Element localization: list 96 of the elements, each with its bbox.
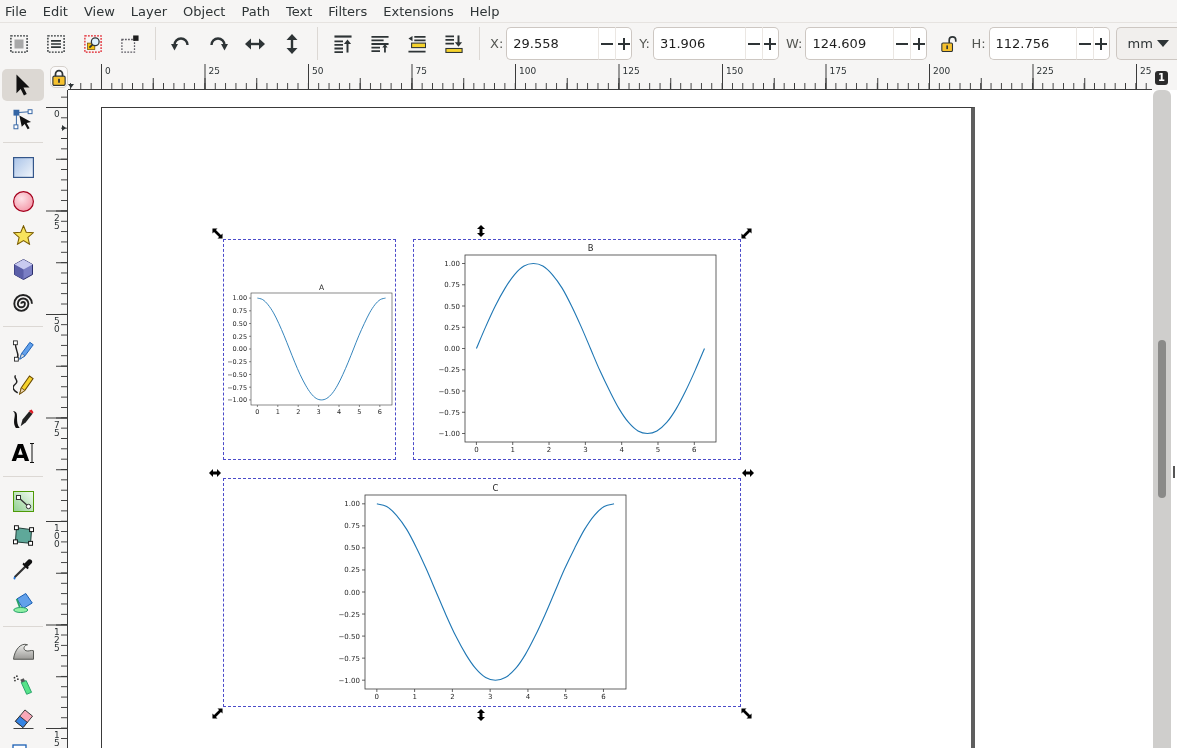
resize-arrow-icon[interactable] <box>209 469 221 477</box>
plus-icon <box>912 37 925 50</box>
chart-title: B <box>587 243 594 254</box>
resize-arrow-icon[interactable] <box>740 227 752 239</box>
eraser-icon <box>12 709 34 729</box>
minus-icon <box>747 42 760 45</box>
ruler-label: 15 <box>54 731 61 747</box>
page-number-badge: 1 <box>1155 71 1168 85</box>
spiral-icon <box>13 294 33 312</box>
bar-down-arrow-icon <box>444 34 463 53</box>
ruler-label: 225 <box>1036 66 1054 76</box>
number-field[interactable]: 124.609 <box>805 27 894 60</box>
menu-item[interactable]: Text <box>277 1 321 21</box>
chart-title: C <box>492 483 499 494</box>
ruler-label: 75 <box>54 420 61 437</box>
menu-item[interactable]: Extensions <box>375 1 462 21</box>
selector-tool-button[interactable] <box>2 69 44 101</box>
ruler-label: 25 <box>1140 66 1152 76</box>
calligraphy-pen-icon <box>12 409 34 429</box>
field-label: H: <box>971 35 986 52</box>
plus-icon <box>1095 37 1108 50</box>
arrow-pointer-icon <box>16 74 30 96</box>
ruler-label: 25 <box>208 66 220 76</box>
horizontal-arrows-icon <box>244 37 265 50</box>
pencil-icon <box>12 375 34 395</box>
plus-icon <box>617 37 630 50</box>
cube-icon <box>13 258 33 280</box>
minus-icon <box>896 42 909 45</box>
menu-item[interactable]: View <box>75 1 123 21</box>
minus-icon <box>601 42 614 45</box>
ruler-label: 100 <box>519 66 537 76</box>
ruler-label: 50 <box>312 66 324 76</box>
star-icon <box>12 225 34 245</box>
ruler-label: 0 <box>54 110 61 118</box>
increment-button[interactable] <box>615 27 633 60</box>
field-label: Y: <box>639 35 650 52</box>
plus-icon <box>764 37 777 50</box>
ruler-label: 200 <box>933 66 951 76</box>
scrollbar-thumb[interactable] <box>1158 340 1166 498</box>
resize-arrow-icon[interactable] <box>477 225 485 237</box>
resize-arrow-icon[interactable] <box>211 227 223 239</box>
dotted-layers-icon <box>46 34 65 53</box>
ruler-label: 25 <box>54 213 61 230</box>
ruler-label: 75 <box>415 66 427 76</box>
ruler-label: 0 <box>105 66 111 76</box>
number-field[interactable]: 112.756 <box>988 27 1076 60</box>
caret-down-icon <box>1156 40 1169 47</box>
menu-item[interactable]: Object <box>175 1 234 21</box>
field-label: X: <box>490 35 504 52</box>
ruler-pointer-icon <box>62 125 66 131</box>
ruler-label: 50 <box>54 317 61 333</box>
menu-item[interactable]: Help <box>461 1 508 21</box>
ruler-pointer-icon <box>68 84 74 88</box>
ruler-label: 175 <box>829 66 847 76</box>
lines-down-arrow-icon <box>407 34 426 53</box>
lines-up-arrow-icon <box>370 34 389 53</box>
node-arrow-icon <box>13 108 33 130</box>
magnifier-square-icon <box>83 34 102 53</box>
square-icon <box>12 156 34 178</box>
decrement-button[interactable] <box>893 27 911 60</box>
rotate-right-icon <box>207 36 228 51</box>
menu-item[interactable]: Filters <box>320 1 376 21</box>
resize-arrow-icon[interactable] <box>477 709 485 721</box>
rotate-left-icon <box>170 36 191 51</box>
bar-up-arrow-icon <box>333 34 352 53</box>
resize-arrow-icon[interactable] <box>740 707 752 719</box>
field-label: W: <box>785 35 803 52</box>
pen-nib-icon <box>12 340 34 362</box>
number-field[interactable]: 29.558 <box>506 27 599 60</box>
ruler-label: 125 <box>622 66 640 76</box>
circle-icon <box>12 190 34 212</box>
text-tool-button[interactable]: A <box>2 437 44 469</box>
increment-button[interactable] <box>910 27 928 60</box>
dotted-square-icon <box>9 34 28 53</box>
menu-item[interactable]: Path <box>233 1 278 21</box>
eyedropper-icon <box>13 558 33 580</box>
paint-bucket-icon <box>13 593 33 613</box>
menu-item[interactable]: Edit <box>34 1 76 21</box>
minus-icon <box>1078 42 1091 45</box>
unit-dropdown[interactable]: mm <box>1115 27 1177 60</box>
text-cursor-icon <box>30 443 35 463</box>
menu-item[interactable]: File <box>0 1 35 21</box>
ruler-label: 125 <box>54 627 61 652</box>
resize-arrow-icon[interactable] <box>211 707 223 719</box>
menu-item[interactable]: Layer <box>122 1 176 21</box>
mesh-patch-icon <box>12 524 34 546</box>
decrement-button[interactable] <box>598 27 616 60</box>
ruler-label: 100 <box>54 524 61 548</box>
dotted-square-icon <box>120 34 139 53</box>
gradient-square-icon <box>12 490 34 512</box>
vertical-arrows-icon <box>285 33 298 54</box>
resize-arrow-icon[interactable] <box>742 469 754 477</box>
ruler-label: 150 <box>726 66 744 76</box>
number-field[interactable]: 31.906 <box>652 27 745 60</box>
wave-icon <box>12 642 34 660</box>
spray-can-icon <box>13 675 33 695</box>
